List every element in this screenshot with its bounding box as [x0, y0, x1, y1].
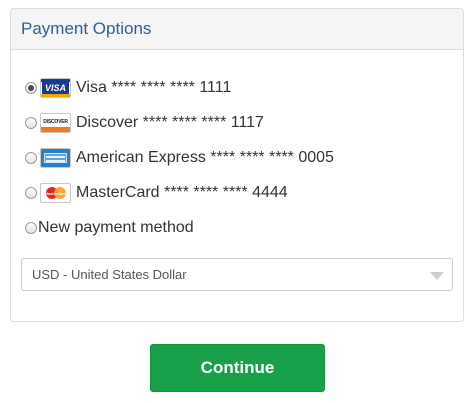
payment-option-new[interactable]: New payment method	[25, 216, 194, 240]
radio-button[interactable]	[25, 187, 37, 199]
payment-options-panel: Payment Options VISA Visa **** **** ****…	[10, 8, 464, 322]
mastercard-card-icon: MasterCard	[40, 183, 71, 203]
payment-option-label: American Express **** **** **** 0005	[76, 149, 334, 166]
panel-title: Payment Options	[21, 19, 152, 38]
chevron-down-icon	[430, 272, 444, 280]
radio-button[interactable]	[25, 222, 37, 234]
panel-header: Payment Options	[11, 9, 463, 50]
amex-card-icon	[40, 148, 71, 168]
payment-option-label: Discover **** **** **** 1117	[76, 114, 264, 131]
payment-option-amex[interactable]: American Express **** **** **** 0005	[25, 146, 334, 170]
currency-select-value: USD - United States Dollar	[32, 267, 187, 282]
payment-option-visa[interactable]: VISA Visa **** **** **** 1111	[25, 76, 231, 100]
payment-option-label: New payment method	[38, 219, 194, 236]
payment-option-label: MasterCard **** **** **** 4444	[76, 184, 288, 201]
payment-option-discover[interactable]: DISCOVER Discover **** **** **** 1117	[25, 111, 264, 135]
currency-select[interactable]: USD - United States Dollar	[21, 258, 453, 291]
payment-option-label: Visa **** **** **** 1111	[76, 79, 232, 96]
radio-button[interactable]	[25, 117, 37, 129]
discover-card-icon: DISCOVER	[40, 113, 71, 133]
radio-button[interactable]	[25, 152, 37, 164]
payment-option-mastercard[interactable]: MasterCard MasterCard **** **** **** 444…	[25, 181, 288, 205]
continue-button[interactable]: Continue	[150, 344, 325, 392]
radio-button[interactable]	[25, 82, 37, 94]
visa-card-icon: VISA	[40, 78, 71, 98]
